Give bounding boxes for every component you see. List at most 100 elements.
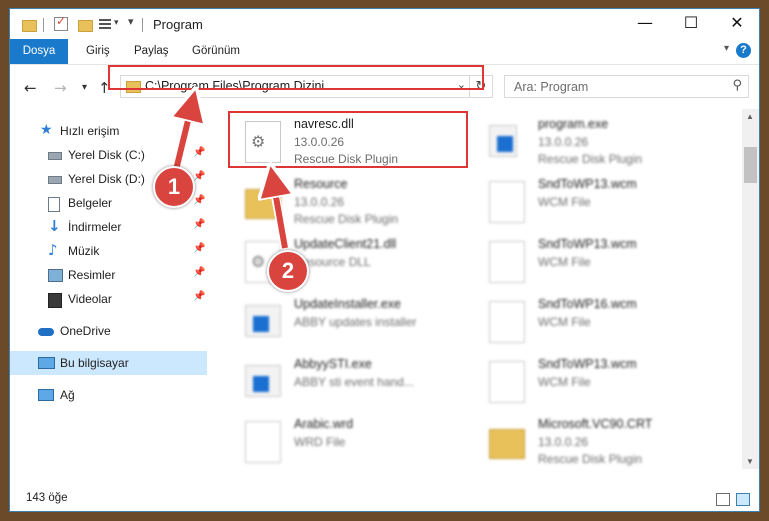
- search-box[interactable]: Ara: Program ⚲: [504, 75, 749, 98]
- file-description: ABBY updates installer: [294, 315, 417, 329]
- search-icon[interactable]: ⚲: [732, 78, 742, 93]
- file-name: Arabic.wrd: [294, 417, 354, 431]
- tab-view[interactable]: Görünüm: [192, 39, 240, 64]
- file-name: SndToWP13.wcm: [538, 177, 637, 191]
- file-name: AbbyySTI.exe: [294, 357, 372, 371]
- network-icon: [38, 389, 54, 401]
- new-folder-icon[interactable]: [78, 20, 93, 32]
- customize-dropdown-icon[interactable]: ▾: [114, 17, 119, 31]
- exe-icon: [489, 125, 517, 157]
- sidebar-item-local-disk-c[interactable]: Yerel Disk (C:) 📌: [10, 143, 207, 167]
- file-version: 13.0.0.26: [538, 435, 589, 449]
- file-icon: [489, 181, 525, 223]
- file-name: UpdateClient21.dll: [294, 237, 397, 251]
- file-type: WCM File: [538, 255, 591, 269]
- sidebar-item-pictures[interactable]: Resimler 📌: [10, 263, 207, 287]
- cloud-icon: [38, 328, 54, 336]
- status-bar: 143 öğe: [10, 488, 759, 511]
- file-icon: [489, 301, 525, 343]
- file-type: WCM File: [538, 195, 591, 209]
- ribbon-tabs: Dosya Giriş Paylaş Görünüm ▾ ?: [10, 39, 759, 65]
- sidebar-item-label: Resimler: [68, 268, 116, 282]
- customize-icon[interactable]: [99, 18, 111, 30]
- sidebar-item-onedrive[interactable]: OneDrive: [10, 319, 207, 343]
- file-item[interactable]: UpdateInstaller.exe ABBY updates install…: [232, 293, 472, 351]
- file-type: WCM File: [538, 315, 591, 329]
- sidebar-item-quick-access[interactable]: ★ Hızlı erişim: [10, 119, 207, 143]
- file-type: WCM File: [538, 375, 591, 389]
- sidebar-item-label: Videolar: [68, 292, 112, 306]
- folder-icon: [489, 429, 525, 459]
- file-item[interactable]: SndToWP13.wcm WCM File: [476, 233, 716, 291]
- sidebar-item-label: Ağ: [60, 388, 75, 402]
- file-version: 13.0.0.26: [294, 195, 345, 209]
- file-item[interactable]: SndToWP16.wcm WCM File: [476, 293, 716, 351]
- chevron-down-icon[interactable]: ▾: [724, 43, 729, 54]
- pin-icon[interactable]: 📌: [193, 195, 205, 206]
- title-bar: ✓ ▾ ▾ Program — ☐ ✕: [10, 9, 759, 39]
- sidebar-item-label: İndirmeler: [68, 220, 122, 234]
- pin-icon[interactable]: 📌: [193, 243, 205, 254]
- pin-icon[interactable]: 📌: [193, 219, 205, 230]
- sidebar-item-network[interactable]: Ağ: [10, 383, 207, 407]
- drive-icon: [48, 152, 62, 160]
- exe-icon: [245, 305, 281, 337]
- separator: [142, 18, 143, 32]
- search-input[interactable]: Ara: Program: [514, 80, 588, 94]
- file-icon: [245, 421, 281, 463]
- file-item[interactable]: Arabic.wrd WRD File: [232, 413, 472, 471]
- file-item[interactable]: Microsoft.VC90.CRT 13.0.0.26 Rescue Disk…: [476, 413, 716, 471]
- back-button[interactable]: ←: [24, 79, 37, 97]
- sidebar-item-label: Müzik: [68, 244, 100, 258]
- pin-icon[interactable]: 📌: [193, 171, 205, 182]
- scroll-thumb[interactable]: [744, 147, 757, 183]
- pin-icon[interactable]: 📌: [193, 147, 205, 158]
- file-name: SndToWP13.wcm: [538, 237, 637, 251]
- vertical-scrollbar[interactable]: ▲ ▼: [742, 109, 759, 469]
- sidebar-item-label: Bu bilgisayar: [60, 356, 129, 370]
- maximize-button[interactable]: ☐: [668, 9, 714, 39]
- recent-locations-button[interactable]: ▾: [82, 82, 87, 93]
- item-count: 143 öğe: [26, 492, 68, 504]
- details-view-icon[interactable]: [716, 493, 730, 506]
- folder-icon: [22, 20, 37, 32]
- scroll-up-icon[interactable]: ▲: [746, 112, 754, 121]
- sidebar-item-label: Hızlı erişim: [60, 124, 120, 138]
- file-item[interactable]: SndToWP13.wcm WCM File: [476, 353, 716, 411]
- close-button[interactable]: ✕: [714, 9, 759, 39]
- sidebar-item-videos[interactable]: Videolar 📌: [10, 287, 207, 311]
- pin-icon[interactable]: 📌: [193, 267, 205, 278]
- file-item[interactable]: AbbyySTI.exe ABBY sti event hand...: [232, 353, 472, 411]
- window-title: Program: [153, 17, 203, 32]
- file-item[interactable]: SndToWP13.wcm WCM File: [476, 173, 716, 231]
- file-name: UpdateInstaller.exe: [294, 297, 402, 311]
- tab-file[interactable]: Dosya: [10, 39, 68, 64]
- tab-home[interactable]: Giriş: [86, 39, 110, 64]
- properties-icon[interactable]: ✓: [54, 14, 68, 31]
- pictures-icon: [48, 269, 63, 282]
- file-name: Microsoft.VC90.CRT: [538, 417, 653, 431]
- step-2-badge: 2: [267, 250, 309, 292]
- tab-share[interactable]: Paylaş: [134, 39, 169, 64]
- help-button[interactable]: ?: [736, 43, 751, 58]
- computer-icon: [38, 357, 55, 369]
- file-item[interactable]: Resource 13.0.0.26 Rescue Disk Plugin: [232, 173, 472, 231]
- address-bar-highlight: [108, 65, 484, 90]
- sidebar-item-label: OneDrive: [60, 324, 111, 338]
- minimize-button[interactable]: —: [622, 9, 668, 39]
- file-description: Rescue Disk Plugin: [538, 452, 643, 466]
- sidebar-item-music[interactable]: ♪ Müzik 📌: [10, 239, 207, 263]
- sidebar-item-this-pc[interactable]: Bu bilgisayar: [10, 351, 207, 375]
- tiles-view-icon[interactable]: [736, 493, 750, 506]
- file-name: program.exe: [538, 117, 609, 131]
- scroll-down-icon[interactable]: ▼: [746, 457, 754, 466]
- forward-button[interactable]: →: [54, 79, 67, 97]
- exe-icon: [245, 365, 281, 397]
- quick-access-menu-icon[interactable]: ▾: [128, 15, 134, 29]
- file-highlight: [228, 111, 468, 168]
- pin-icon[interactable]: 📌: [193, 291, 205, 302]
- sidebar-item-downloads[interactable]: ↓ İndirmeler 📌: [10, 215, 207, 239]
- file-icon: [489, 361, 525, 403]
- file-item[interactable]: program.exe 13.0.0.26 Rescue Disk Plugin: [476, 113, 716, 171]
- sidebar-item-label: Yerel Disk (D:): [68, 172, 145, 186]
